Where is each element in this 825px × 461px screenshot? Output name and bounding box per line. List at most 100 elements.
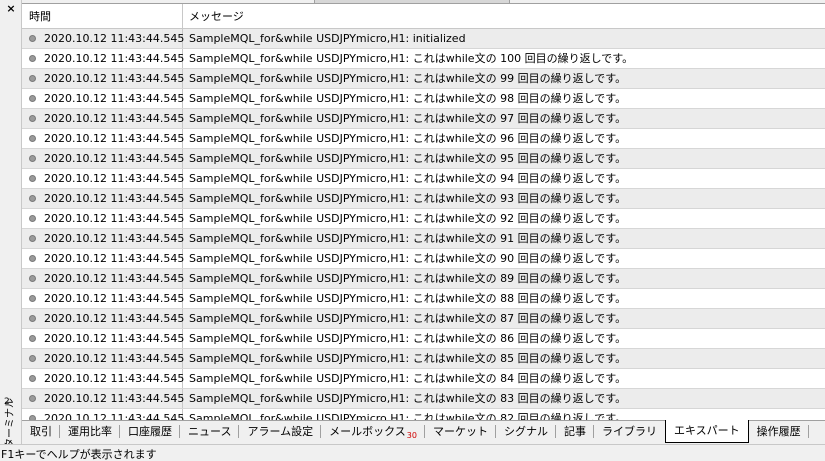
row-time-cell: 2020.10.12 11:43:44.545 — [22, 389, 185, 408]
row-message-cell: SampleMQL_for&while USDJPYmicro,H1: これはw… — [189, 92, 627, 105]
column-header-message[interactable]: メッセージ — [183, 4, 825, 29]
table-row[interactable]: 2020.10.12 11:43:44.545 SampleMQL_for&whi… — [22, 289, 825, 309]
row-time-cell: 2020.10.12 11:43:44.545 — [22, 229, 184, 248]
table-row[interactable]: 2020.10.12 11:43:44.545 SampleMQL_for&whi… — [22, 49, 825, 69]
row-time-text: 2020.10.12 11:43:44.545 — [44, 392, 185, 405]
row-message-cell: SampleMQL_for&while USDJPYmicro,H1: これはw… — [189, 212, 627, 225]
log-grid: 時間 メッセージ 2020.10.12 11:43:44.545 SampleMQ… — [22, 3, 825, 420]
status-dot-icon — [29, 235, 36, 242]
row-message-cell: SampleMQL_for&while USDJPYmicro,H1: これはw… — [189, 192, 627, 205]
table-row[interactable]: 2020.10.12 11:43:44.545 SampleMQL_for&whi… — [22, 149, 825, 169]
tab-0[interactable]: 取引 — [22, 421, 60, 442]
tab-label: 口座履歴 — [128, 425, 172, 438]
table-row[interactable]: 2020.10.12 11:43:44.545 SampleMQL_for&whi… — [22, 129, 825, 149]
tab-label: ニュース — [188, 425, 232, 438]
column-header-time[interactable]: 時間 — [22, 4, 183, 29]
status-bar: F1キーでヘルプが表示されます — [0, 444, 825, 461]
row-time-text: 2020.10.12 11:43:44.545 — [44, 272, 185, 285]
table-row[interactable]: 2020.10.12 11:43:44.545 SampleMQL_for&whi… — [22, 349, 825, 369]
row-message-cell: SampleMQL_for&while USDJPYmicro,H1: これはw… — [189, 292, 627, 305]
table-row[interactable]: 2020.10.12 11:43:44.545 SampleMQL_for&whi… — [22, 189, 825, 209]
row-message-cell: SampleMQL_for&while USDJPYmicro,H1: これはw… — [189, 412, 627, 420]
tab-11[interactable]: 操作履歴 — [749, 421, 809, 442]
row-message-cell: SampleMQL_for&while USDJPYmicro,H1: これはw… — [189, 112, 627, 125]
table-row[interactable]: 2020.10.12 11:43:44.545 SampleMQL_for&whi… — [22, 69, 825, 89]
table-row[interactable]: 2020.10.12 11:43:44.545 SampleMQL_for&whi… — [22, 309, 825, 329]
row-message-cell: SampleMQL_for&while USDJPYmicro,H1: これはw… — [189, 352, 627, 365]
row-time-text: 2020.10.12 11:43:44.545 — [44, 132, 185, 145]
status-dot-icon — [29, 395, 36, 402]
table-row[interactable]: 2020.10.12 11:43:44.545 SampleMQL_for&whi… — [22, 409, 825, 420]
status-text: F1キーでヘルプが表示されます — [1, 448, 157, 461]
tab-2[interactable]: 口座履歴 — [120, 421, 180, 442]
tab-10[interactable]: エキスパート — [664, 420, 749, 443]
terminal-tab-bar: 取引 運用比率 口座履歴 ニュース アラーム設定 メールボックス30 マーケット シグナル 記事… — [22, 420, 825, 443]
table-row[interactable]: 2020.10.12 11:43:44.545 SampleMQL_for&whi… — [22, 29, 825, 49]
tab-7[interactable]: シグナル — [496, 421, 556, 442]
row-time-text: 2020.10.12 11:43:44.545 — [44, 172, 185, 185]
status-dot-icon — [29, 55, 36, 62]
row-time-cell: 2020.10.12 11:43:44.545 — [22, 249, 184, 268]
row-time-cell: 2020.10.12 11:43:44.545 — [22, 129, 185, 148]
table-row[interactable]: 2020.10.12 11:43:44.545 SampleMQL_for&whi… — [22, 169, 825, 189]
status-dot-icon — [29, 295, 36, 302]
row-message-cell: SampleMQL_for&while USDJPYmicro,H1: これはw… — [189, 172, 627, 185]
table-row[interactable]: 2020.10.12 11:43:44.545 SampleMQL_for&whi… — [22, 89, 825, 109]
table-row[interactable]: 2020.10.12 11:43:44.545 SampleMQL_for&whi… — [22, 329, 825, 349]
tab-label: 操作履歴 — [756, 425, 801, 438]
close-icon[interactable]: × — [5, 3, 17, 15]
tab-label: エキスパート — [673, 424, 740, 437]
row-message-cell: SampleMQL_for&while USDJPYmicro,H1: これはw… — [189, 332, 627, 345]
tab-3[interactable]: ニュース — [180, 421, 240, 442]
tab-5[interactable]: メールボックス30 — [321, 421, 425, 442]
row-message-cell: SampleMQL_for&while USDJPYmicro,H1: これはw… — [189, 272, 627, 285]
row-time-cell: 2020.10.12 11:43:44.545 — [22, 349, 185, 368]
row-time-cell: 2020.10.12 11:43:44.545 — [22, 169, 185, 188]
row-message-cell: SampleMQL_for&while USDJPYmicro,H1: これはw… — [189, 132, 627, 145]
tab-label: 記事 — [563, 425, 586, 438]
row-time-cell: 2020.10.12 11:43:44.545 — [22, 69, 184, 88]
status-dot-icon — [29, 335, 36, 342]
table-row[interactable]: 2020.10.12 11:43:44.545 SampleMQL_for&whi… — [22, 109, 825, 129]
row-message-cell: SampleMQL_for&while USDJPYmicro,H1: これはw… — [189, 312, 627, 325]
table-row[interactable]: 2020.10.12 11:43:44.545 SampleMQL_for&whi… — [22, 269, 825, 289]
row-time-text: 2020.10.12 11:43:44.545 — [44, 412, 185, 420]
tab-label: メールボックス — [329, 425, 406, 438]
tab-9[interactable]: ライブラリ — [594, 421, 665, 442]
row-message-cell: SampleMQL_for&while USDJPYmicro,H1: これはw… — [189, 252, 627, 265]
tab-4[interactable]: アラーム設定 — [239, 421, 322, 442]
terminal-side-strip: × 2 ターミナル — [0, 0, 22, 450]
row-time-text: 2020.10.12 11:43:44.545 — [44, 192, 185, 205]
row-message-cell: SampleMQL_for&while USDJPYmicro,H1: これはw… — [189, 72, 627, 85]
tab-8[interactable]: 記事 — [556, 421, 594, 442]
status-dot-icon — [29, 75, 36, 82]
row-message-cell: SampleMQL_for&while USDJPYmicro,H1: これはw… — [189, 52, 634, 65]
tab-label: シグナル — [503, 425, 548, 438]
row-message-cell: SampleMQL_for&while USDJPYmicro,H1: これはw… — [189, 232, 627, 245]
row-time-cell: 2020.10.12 11:43:44.545 — [22, 49, 184, 68]
table-row[interactable]: 2020.10.12 11:43:44.545 SampleMQL_for&whi… — [22, 369, 825, 389]
row-message-cell: SampleMQL_for&while USDJPYmicro,H1: これはw… — [189, 372, 627, 385]
table-row[interactable]: 2020.10.12 11:43:44.545 SampleMQL_for&whi… — [22, 229, 825, 249]
table-row[interactable]: 2020.10.12 11:43:44.545 SampleMQL_for&whi… — [22, 209, 825, 229]
status-dot-icon — [29, 115, 36, 122]
tab-label: アラーム設定 — [247, 425, 314, 438]
table-row[interactable]: 2020.10.12 11:43:44.545 SampleMQL_for&whi… — [22, 389, 825, 409]
tab-badge: 30 — [406, 431, 417, 441]
table-row[interactable]: 2020.10.12 11:43:44.545 SampleMQL_for&whi… — [22, 249, 825, 269]
row-time-text: 2020.10.12 11:43:44.545 — [44, 352, 185, 365]
row-time-cell: 2020.10.12 11:43:44.545 — [22, 149, 184, 168]
tab-1[interactable]: 運用比率 — [60, 421, 120, 442]
row-message-cell: SampleMQL_for&while USDJPYmicro,H1: init… — [189, 32, 466, 45]
row-time-text: 2020.10.12 11:43:44.545 — [44, 292, 185, 305]
tab-separator — [807, 425, 809, 438]
status-dot-icon — [29, 35, 36, 42]
status-dot-icon — [29, 175, 36, 182]
tab-6[interactable]: マーケット — [425, 421, 496, 442]
status-dot-icon — [29, 255, 36, 262]
status-dot-icon — [29, 155, 36, 162]
row-time-cell: 2020.10.12 11:43:44.545 — [22, 409, 185, 420]
row-time-cell: 2020.10.12 11:43:44.545 — [22, 269, 185, 288]
row-time-text: 2020.10.12 11:43:44.545 — [44, 332, 185, 345]
row-time-text: 2020.10.12 11:43:44.545 — [44, 372, 185, 385]
